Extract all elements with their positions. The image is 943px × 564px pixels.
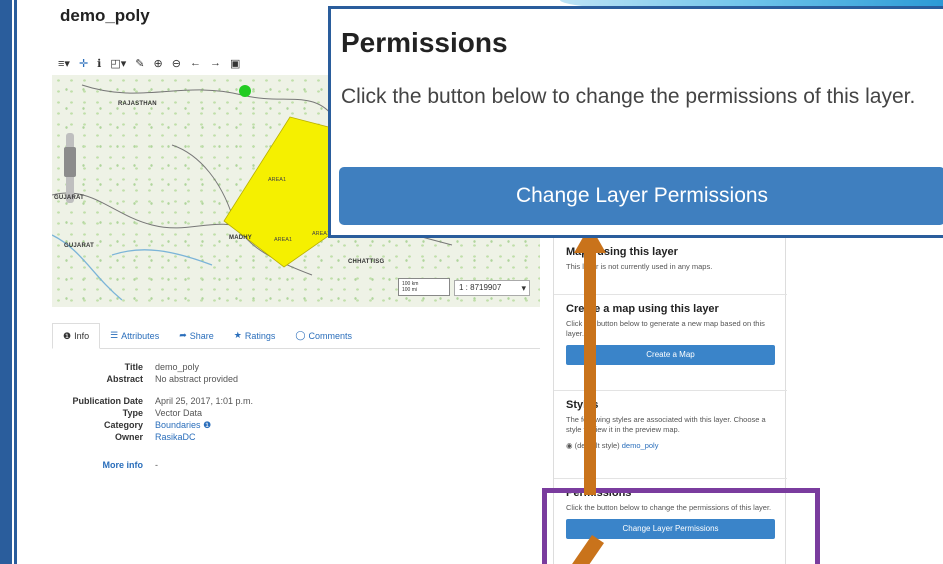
page-title: demo_poly [60, 6, 150, 25]
tab-share[interactable]: ➦ Share [169, 323, 224, 348]
tab-info[interactable]: ❶ Info [52, 323, 101, 349]
tab-label: Info [74, 331, 90, 341]
more-info-link[interactable]: More info [52, 459, 155, 471]
tab-label: Share [189, 330, 214, 341]
pan-icon[interactable]: ✛ [79, 57, 88, 70]
tab-attributes[interactable]: ☰ Attributes [100, 323, 169, 348]
list-icon: ☰ [110, 330, 119, 340]
info-icon: ❶ [203, 420, 212, 430]
callout-text: Click the button below to change the per… [341, 85, 916, 108]
tab-comments[interactable]: ◯ Comments [285, 323, 362, 348]
back-icon[interactable]: ← [190, 57, 201, 69]
info-key: Abstract [106, 374, 143, 384]
map-place-label: GUJARAT [54, 195, 84, 201]
info-key: Type [122, 408, 143, 418]
info-value: - [155, 460, 158, 470]
category-link[interactable]: Boundaries ❶ [155, 419, 211, 431]
info-value: demo_poly [155, 362, 200, 372]
callout-change-permissions-button[interactable]: Change Layer Permissions [339, 167, 943, 225]
comment-icon: ◯ [295, 330, 306, 340]
scale-select[interactable]: 1 : 8719907 [454, 280, 530, 296]
slide-frame-left-line [14, 0, 17, 564]
map-toolbar: ≡▾ ✛ ℹ ◰▾ ✎ ⊕ ⊖ ← → ▣ [58, 55, 240, 71]
tab-label: Ratings [244, 330, 276, 341]
print-icon[interactable]: ▣ [230, 57, 240, 70]
map-place-label: RAJASTHAN [118, 101, 157, 107]
polygon-feature [223, 116, 345, 268]
owner-link[interactable]: RasikaDC [155, 431, 196, 443]
map-place-label: MADHY [229, 235, 252, 241]
info-key: Publication Date [72, 396, 143, 406]
measure-icon[interactable]: ◰▾ [110, 57, 126, 70]
category-label: Boundaries [155, 420, 201, 430]
area-label: AREA1 [268, 177, 287, 183]
info-key: Title [124, 362, 143, 372]
info-value: Vector Data [155, 408, 203, 418]
callout-title: Permissions [341, 27, 508, 58]
zoom-in-icon[interactable]: ⊕ [154, 57, 163, 70]
tab-label: Comments [308, 330, 352, 341]
scale-mi: 100 mi [402, 287, 418, 293]
area-label: AREA1 [274, 237, 293, 243]
info-key: Category [103, 420, 143, 430]
slide-frame-left [0, 0, 12, 564]
share-icon: ➦ [179, 330, 187, 340]
tab-label: Attributes [121, 330, 160, 341]
zoom-callout: Permissions Click the button below to ch… [328, 6, 943, 238]
tab-ratings[interactable]: ★ Ratings [224, 323, 286, 348]
map-place-label: CHHATTISG [348, 259, 385, 265]
info-key: Owner [114, 432, 143, 442]
pointer-arrow [572, 225, 606, 564]
star-icon: ★ [233, 330, 242, 340]
map-place-label: GUJARAT [64, 243, 94, 249]
layer-tabs: ❶ Info ☰ Attributes ➦ Share ★ Ratings ◯ … [52, 323, 540, 349]
style-name-link[interactable]: demo_poly [622, 441, 659, 450]
scale-bar: 100 km 100 mi [398, 278, 450, 296]
zoom-out-icon[interactable]: ⊖ [172, 57, 181, 70]
layers-menu-icon[interactable]: ≡▾ [58, 57, 70, 70]
layer-info: Title demo_poly Abstract No abstract provi… [52, 361, 412, 471]
info-value: April 25, 2017, 1:01 p.m. [155, 396, 254, 406]
forward-icon[interactable]: → [210, 57, 221, 69]
info-tool-icon[interactable]: ℹ [97, 57, 101, 70]
info-value: No abstract provided [155, 374, 239, 384]
draw-icon[interactable]: ✎ [135, 57, 144, 70]
zoom-slider-handle[interactable] [64, 147, 76, 177]
info-icon: ❶ [63, 330, 72, 341]
